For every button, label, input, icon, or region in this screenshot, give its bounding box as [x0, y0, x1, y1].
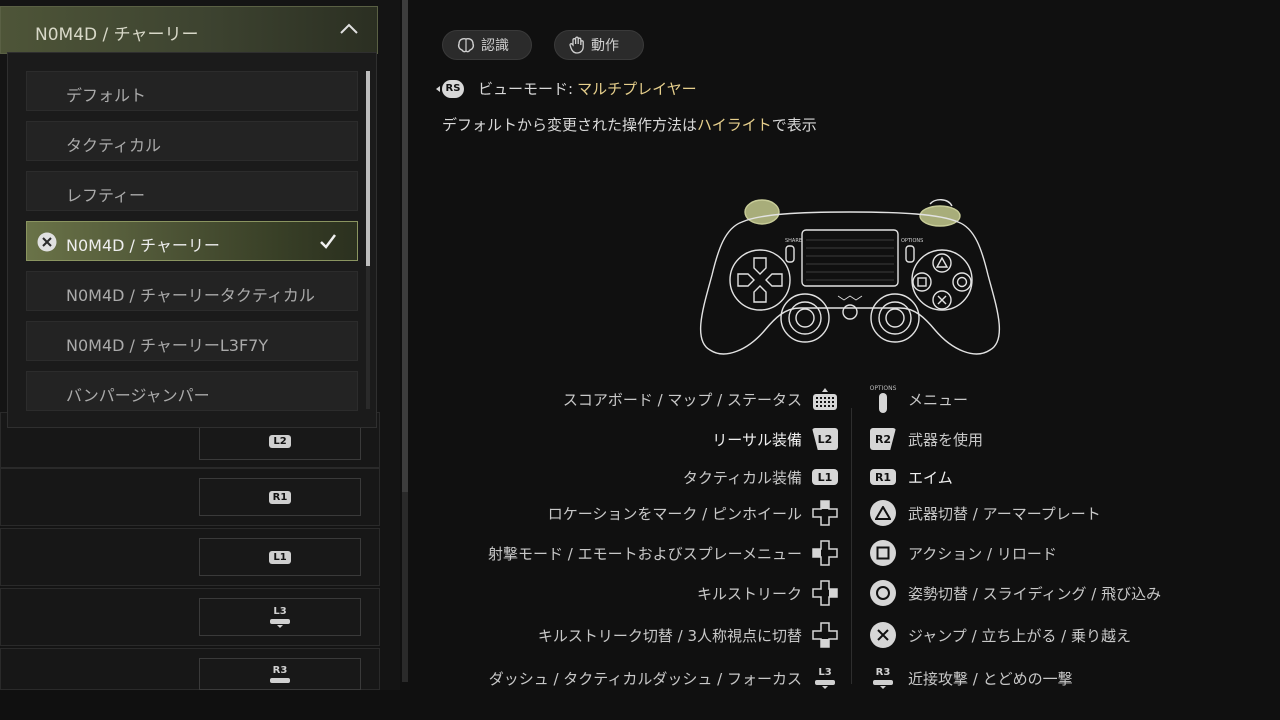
binding-button[interactable]: R3 — [199, 658, 361, 690]
preset-dropdown[interactable]: N0M4D / チャーリー — [0, 6, 378, 54]
option-lefty[interactable]: レフティー — [26, 171, 358, 211]
mapping-sprint: ダッシュ / タクティカルダッシュ / フォーカス L3 — [489, 664, 840, 692]
triangle-icon — [868, 499, 898, 527]
mapping-ping: ロケーションをマーク / ピンホイール — [548, 499, 840, 527]
square-icon — [868, 539, 898, 567]
circle-icon — [868, 579, 898, 607]
dpad-up-icon — [810, 499, 840, 527]
l1-icon: L1 — [810, 463, 840, 491]
modified-hint: デフォルトから変更された操作方法はハイライトで表示 — [442, 116, 817, 134]
tab-recognition[interactable]: 認識 — [442, 30, 532, 60]
l2-trigger-highlight — [744, 199, 780, 225]
mapping-lethal: リーサル装備 L2 — [712, 425, 840, 453]
view-mode-label: ビューモード: — [478, 80, 574, 98]
l2-icon: L2 — [810, 425, 840, 453]
view-mode-value: マルチプレイヤー — [577, 80, 697, 98]
l1-badge: L1 — [269, 550, 291, 564]
mapping-tactical: タクティカル装備 L1 — [683, 463, 840, 491]
tab-label: 動作 — [591, 38, 619, 54]
binding-row[interactable]: R1 — [0, 468, 380, 526]
binding-button[interactable]: L1 — [199, 538, 361, 576]
preset-options-list: デフォルト タクティカル レフティー N0M4D / チャーリー N0M4D /… — [7, 52, 377, 428]
r1-badge: R1 — [268, 490, 292, 504]
panel-scrollbar-track — [402, 492, 408, 682]
chevron-up-icon — [340, 23, 358, 34]
mapping-weapon-swap: 武器切替 / アーマープレート — [868, 499, 1101, 527]
l3-badge: L3 — [270, 606, 290, 628]
option-default[interactable]: デフォルト — [26, 71, 358, 111]
mapping-fire-mode: 射撃モード / エモートおよびスプレーメニュー — [488, 539, 840, 567]
r3-badge: R3 — [270, 665, 290, 683]
cross-button-icon — [37, 232, 57, 252]
svg-text:SHARE: SHARE — [785, 238, 802, 244]
mapping-divider — [851, 408, 852, 684]
mapping-jump: ジャンプ / 立ち上がる / 乗り越え — [868, 621, 1131, 649]
options-icon: OPTIONS — [868, 385, 898, 413]
r3-icon: R3 — [868, 664, 898, 692]
cross-icon — [868, 621, 898, 649]
right-stick-icon: RS — [436, 79, 464, 98]
r1-icon: R1 — [868, 463, 898, 491]
touchpad-icon — [810, 385, 840, 413]
dpad-right-icon — [810, 579, 840, 607]
tab-label: 認識 — [481, 38, 509, 54]
option-nomad-charlie[interactable]: N0M4D / チャーリー — [26, 221, 358, 261]
view-mode-toggle[interactable]: RS ビューモード: マルチプレイヤー — [436, 78, 697, 99]
binding-row[interactable]: L3 — [0, 588, 380, 646]
mapping-menu: OPTIONS メニュー — [868, 385, 968, 413]
binding-row[interactable]: L1 — [0, 528, 380, 586]
list-scrollbar-thumb[interactable] — [366, 71, 370, 266]
mapping-stance: 姿勢切替 / スライディング / 飛び込み — [868, 579, 1161, 607]
checkmark-icon — [320, 234, 336, 249]
binding-button[interactable]: L3 — [199, 598, 361, 636]
l3-icon: L3 — [810, 664, 840, 692]
l2-badge: L2 — [269, 434, 291, 448]
left-panel: L2 R1 L1 L3 R3 N0M4D / チャーリー デフォルト タクティカ… — [0, 0, 400, 690]
r1-bumper-highlight — [919, 205, 961, 227]
tab-action[interactable]: 動作 — [554, 30, 644, 60]
svg-text:OPTIONS: OPTIONS — [901, 238, 923, 244]
option-tactical[interactable]: タクティカル — [26, 121, 358, 161]
panel-scrollbar[interactable] — [402, 0, 408, 492]
mapping-killstreak-switch: キルストリーク切替 / 3人称視点に切替 — [538, 621, 840, 649]
mapping-aim: R1 エイム — [868, 463, 953, 491]
mapping-use-weapon: R2 武器を使用 — [868, 425, 983, 453]
mapping-killstreak: キルストリーク — [697, 579, 840, 607]
binding-button[interactable]: R1 — [199, 478, 361, 516]
dropdown-selected-label: N0M4D / チャーリー — [35, 25, 199, 45]
option-nomad-charlie-tactical[interactable]: N0M4D / チャーリータクティカル — [26, 271, 358, 311]
dpad-left-icon — [810, 539, 840, 567]
hand-icon — [569, 36, 584, 54]
mapping-melee: R3 近接攻撃 / とどめの一撃 — [868, 664, 1073, 692]
r2-icon: R2 — [868, 425, 898, 453]
brain-icon — [457, 38, 475, 53]
dpad-down-icon — [810, 621, 840, 649]
mapping-scoreboard: スコアボード / マップ / ステータス — [563, 385, 840, 413]
mapping-reload: アクション / リロード — [868, 539, 1057, 567]
option-nomad-charlie-lefty[interactable]: N0M4D / チャーリーL3F7Y — [26, 321, 358, 361]
option-bumper-jumper[interactable]: バンパージャンパー — [26, 371, 358, 411]
controller-illustration: SHARE OPTIONS — [699, 199, 1001, 355]
binding-row[interactable]: R3 — [0, 648, 380, 690]
